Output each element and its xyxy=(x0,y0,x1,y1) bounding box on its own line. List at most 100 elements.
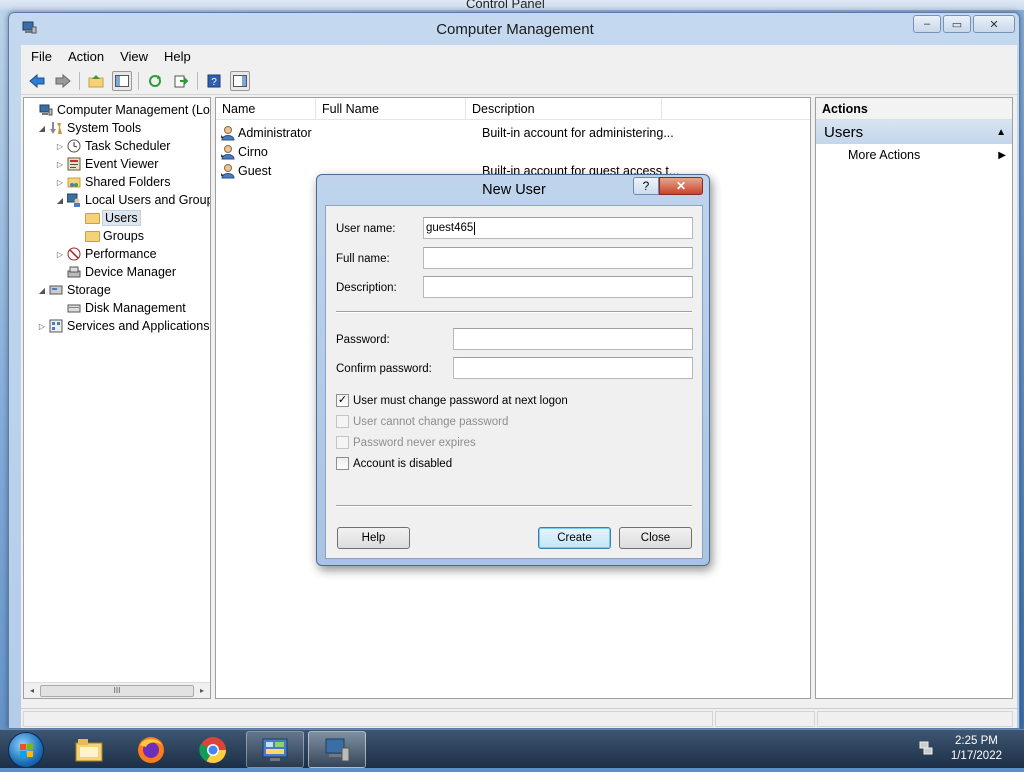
tree-item-task-scheduler[interactable]: ▷ Task Scheduler xyxy=(54,137,171,155)
dialog-close-button[interactable]: ✕ xyxy=(659,177,703,195)
export-list-button[interactable] xyxy=(171,71,191,91)
password-field[interactable] xyxy=(453,328,693,350)
cannot-change-password-checkbox: User cannot change password xyxy=(336,415,508,428)
account-disabled-checkbox[interactable]: Account is disabled xyxy=(336,457,452,470)
back-button[interactable] xyxy=(27,71,47,91)
window-controls: – ▭ ✕ xyxy=(913,15,1015,33)
more-actions-item[interactable]: More Actions ▶ xyxy=(816,144,1012,166)
tree-expander[interactable]: ▷ xyxy=(54,250,66,259)
password-label: Password: xyxy=(336,334,390,346)
refresh-button[interactable] xyxy=(145,71,165,91)
tree-expander[interactable]: ▷ xyxy=(54,160,66,169)
actions-section-users[interactable]: Users ▲ xyxy=(816,120,1012,144)
menu-view[interactable]: View xyxy=(120,49,148,64)
help-button[interactable]: Help xyxy=(337,527,410,549)
confirm-password-field[interactable] xyxy=(453,357,693,379)
minimize-button[interactable]: – xyxy=(913,15,941,33)
menu-file[interactable]: File xyxy=(31,49,52,64)
toolbar-separator xyxy=(79,71,80,90)
forward-button[interactable] xyxy=(53,71,73,91)
taskbar: 2:25 PM 1/17/2022 xyxy=(0,729,1024,768)
network-icon[interactable] xyxy=(918,740,934,756)
maximize-button[interactable]: ▭ xyxy=(943,15,971,33)
user-name: Administrator xyxy=(238,126,312,140)
list-row-administrator[interactable]: Administrator Built-in account for admin… xyxy=(220,124,674,142)
tree-item-label: Disk Management xyxy=(85,301,186,315)
tree-expander[interactable]: ◢ xyxy=(36,124,48,133)
scroll-thumb[interactable]: III xyxy=(40,684,194,697)
file-explorer-icon xyxy=(75,738,103,761)
status-cell xyxy=(715,711,815,727)
checkbox-icon[interactable] xyxy=(336,457,349,470)
dialog-close-text-button[interactable]: Close xyxy=(619,527,692,549)
fullname-field[interactable] xyxy=(423,247,693,269)
username-label: User name: xyxy=(336,223,396,235)
list-row-cirno[interactable]: Cirno xyxy=(220,143,482,161)
tree-item-system-tools[interactable]: ◢ System Tools xyxy=(36,119,141,137)
tree-item-label: Computer Management (Local xyxy=(57,103,211,117)
taskbar-firefox[interactable] xyxy=(122,731,180,768)
scroll-left-icon[interactable]: ◂ xyxy=(24,686,40,695)
taskbar-clock[interactable]: 2:25 PM 1/17/2022 xyxy=(951,734,1002,764)
tree-item-label: Services and Applications xyxy=(67,319,210,333)
tree-item-groups[interactable]: Groups xyxy=(72,227,144,245)
user-icon xyxy=(221,126,235,141)
taskbar-computer-management[interactable] xyxy=(308,731,366,768)
help-button[interactable]: ? xyxy=(204,71,224,91)
tree-item-shared-folders[interactable]: ▷ Shared Folders xyxy=(54,173,171,191)
collapse-icon[interactable]: ▲ xyxy=(996,127,1006,138)
column-header-name[interactable]: Name xyxy=(216,98,316,120)
computer-management-icon xyxy=(38,102,54,118)
system-tray: 2:25 PM 1/17/2022 xyxy=(914,730,1024,769)
tree-item-label: Shared Folders xyxy=(85,175,171,189)
tree-item-services-applications[interactable]: ▷ Services and Applications xyxy=(36,317,210,335)
tree-expander[interactable]: ◢ xyxy=(54,196,66,205)
dialog-help-button[interactable]: ? xyxy=(633,177,659,195)
background-window-title: Control Panel xyxy=(466,0,545,10)
user-name: Cirno xyxy=(238,145,268,159)
column-header-full-name[interactable]: Full Name xyxy=(316,98,466,120)
tree-expander[interactable]: ▷ xyxy=(54,142,66,151)
task-scheduler-icon xyxy=(66,138,82,154)
taskbar-control-panel[interactable] xyxy=(246,731,304,768)
help-icon: ? xyxy=(207,74,221,88)
taskbar-chrome[interactable] xyxy=(184,731,242,768)
menu-help[interactable]: Help xyxy=(164,49,191,64)
username-field[interactable]: guest465 xyxy=(423,217,693,239)
minimize-icon: – xyxy=(923,18,931,30)
tree-item-device-manager[interactable]: Device Manager xyxy=(54,263,176,281)
must-change-password-checkbox[interactable]: ✓ User must change password at next logo… xyxy=(336,394,568,407)
tree-item-label: Storage xyxy=(67,283,111,297)
tree-expander[interactable]: ▷ xyxy=(54,178,66,187)
device-manager-icon xyxy=(66,264,82,280)
description-field[interactable] xyxy=(423,276,693,298)
tree-expander[interactable]: ▷ xyxy=(36,322,48,331)
tree-item-disk-management[interactable]: Disk Management xyxy=(54,299,186,317)
up-one-level-button[interactable] xyxy=(86,71,106,91)
column-header-description[interactable]: Description xyxy=(466,98,662,120)
dialog-controls: ? ✕ xyxy=(633,177,703,195)
tree-item-event-viewer[interactable]: ▷ Event Viewer xyxy=(54,155,159,173)
tree-item-users[interactable]: Users xyxy=(72,209,141,227)
tree-item-performance[interactable]: ▷ Performance xyxy=(54,245,157,263)
new-user-dialog: New User ? ✕ User name: guest465 Full na… xyxy=(316,174,710,566)
tree-item-storage[interactable]: ◢ Storage xyxy=(36,281,111,299)
taskbar-file-explorer[interactable] xyxy=(60,731,118,768)
show-hide-tree-button[interactable] xyxy=(112,70,132,91)
create-button[interactable]: Create xyxy=(538,527,611,549)
show-hide-action-pane-button[interactable] xyxy=(230,70,250,91)
tree-horizontal-scrollbar[interactable]: ◂ III ▸ xyxy=(24,682,210,698)
scroll-right-icon[interactable]: ▸ xyxy=(194,686,210,695)
checkbox-checked-icon[interactable]: ✓ xyxy=(336,394,349,407)
toolbar-separator xyxy=(197,71,198,90)
tree-item-local-users-groups[interactable]: ◢ Local Users and Groups xyxy=(54,191,210,209)
tree-item-computer-management[interactable]: Computer Management (Local xyxy=(26,101,211,119)
username-value: guest465 xyxy=(426,222,474,234)
close-button[interactable]: ✕ xyxy=(973,15,1015,33)
tree-expander[interactable]: ◢ xyxy=(36,286,48,295)
menu-action[interactable]: Action xyxy=(68,49,104,64)
start-button[interactable] xyxy=(8,732,44,768)
password-never-expires-checkbox: Password never expires xyxy=(336,436,476,449)
background-window-titlebar[interactable]: Control Panel xyxy=(0,0,1024,10)
clock-date: 1/17/2022 xyxy=(950,750,1002,762)
